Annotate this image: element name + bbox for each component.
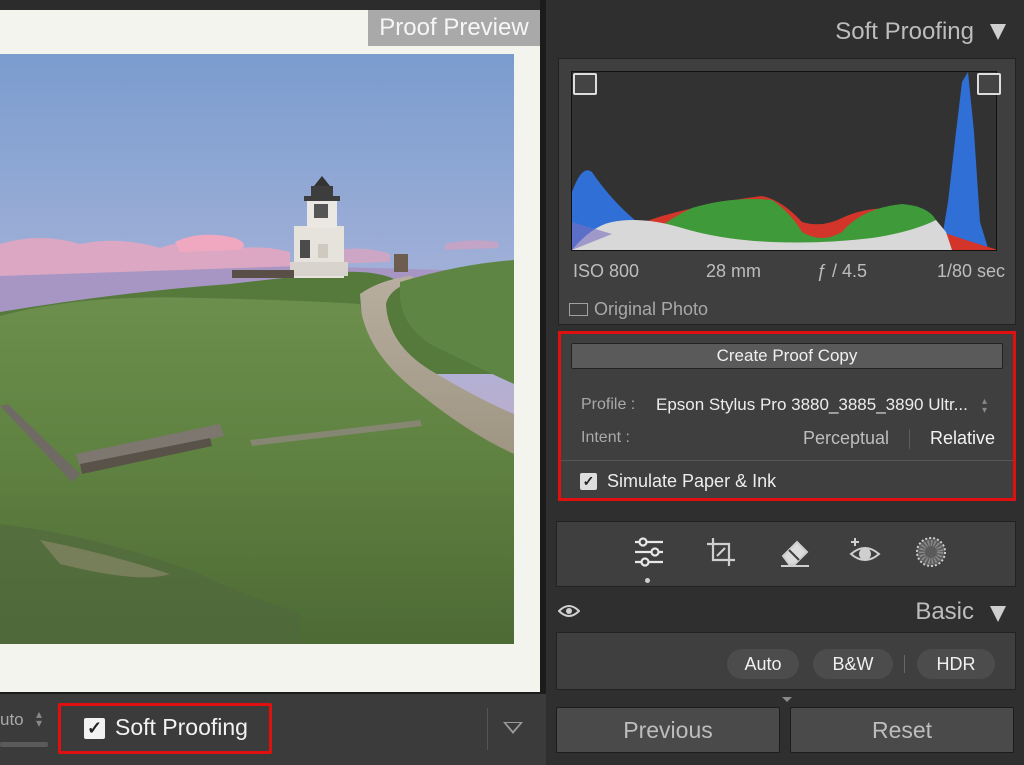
exif-shutter: 1/80 sec: [937, 261, 1006, 281]
intent-relative-option[interactable]: Relative: [930, 428, 995, 449]
auto-slider-track[interactable]: [0, 742, 48, 747]
intent-perceptual-option[interactable]: Perceptual: [803, 428, 889, 449]
toolbar-options-chevron-icon[interactable]: [503, 722, 523, 734]
right-panel: Soft Proofing ISO 800 28 mm ƒ / 4.5 1/80…: [546, 0, 1024, 765]
lightroom-window: Proof Preview uto ▴ ▾ ✓ Soft Proofing So…: [0, 0, 1024, 765]
intent-divider: [909, 429, 910, 449]
auto-select-label[interactable]: uto: [0, 710, 24, 730]
shadow-clipping-icon[interactable]: [573, 73, 597, 95]
bottom-toolbar: uto ▴ ▾ ✓ Soft Proofing: [0, 692, 546, 765]
crop-icon[interactable]: [703, 534, 739, 570]
simulate-paper-ink-checkbox[interactable]: ✓: [580, 473, 597, 490]
soft-proofing-header[interactable]: Soft Proofing: [546, 10, 1024, 54]
original-photo-checkbox[interactable]: [569, 303, 588, 316]
active-tool-indicator: [645, 578, 650, 583]
exif-aperture: ƒ / 4.5: [817, 261, 868, 281]
intent-label: Intent :: [581, 429, 630, 446]
basic-panel-header[interactable]: Basic: [546, 596, 1024, 630]
pill-divider: [904, 655, 905, 673]
soft-proofing-label[interactable]: Soft Proofing: [115, 714, 248, 741]
previous-button[interactable]: Previous: [556, 707, 780, 753]
eye-visibility-icon[interactable]: [558, 604, 580, 618]
basic-panel-title: Basic: [915, 598, 974, 625]
masking-icon[interactable]: [913, 534, 949, 570]
original-photo-toggle[interactable]: Original Photo: [569, 299, 708, 320]
panel-resize-caret-icon[interactable]: [782, 697, 792, 702]
profile-stepper-icon[interactable]: ▴ ▾: [982, 397, 987, 416]
exif-iso: ISO 800: [573, 261, 640, 281]
basic-tone-buttons: Auto B&W HDR: [556, 632, 1016, 690]
auto-button[interactable]: Auto: [727, 649, 799, 679]
soft-proofing-checkbox[interactable]: ✓: [84, 718, 105, 739]
edit-sliders-icon[interactable]: [631, 534, 667, 570]
lighthouse-photo: [0, 54, 514, 644]
tool-strip: [556, 521, 1016, 587]
exif-focal-length: 28 mm: [706, 261, 762, 281]
highlight-clipping-icon[interactable]: [977, 73, 1001, 95]
photo-canvas: Proof Preview: [0, 0, 540, 692]
healing-eraser-icon[interactable]: [777, 534, 813, 570]
reset-button[interactable]: Reset: [790, 707, 1014, 753]
profile-label: Profile :: [581, 396, 636, 413]
soft-proofing-title: Soft Proofing: [835, 18, 974, 45]
hdr-button[interactable]: HDR: [917, 649, 995, 679]
toolbar-divider: [487, 708, 488, 750]
section-divider: [561, 460, 1013, 461]
proof-settings: Create Proof Copy Profile : Epson Stylus…: [558, 331, 1016, 501]
bw-button[interactable]: B&W: [813, 649, 893, 679]
original-photo-label[interactable]: Original Photo: [594, 299, 708, 319]
histogram-panel: ISO 800 28 mm ƒ / 4.5 1/80 sec Original …: [558, 58, 1016, 325]
redeye-icon[interactable]: [847, 534, 883, 570]
basic-collapse-triangle-icon[interactable]: [990, 606, 1006, 622]
create-proof-copy-button[interactable]: Create Proof Copy: [571, 343, 1003, 369]
collapse-triangle-icon[interactable]: [990, 24, 1006, 40]
auto-select-stepper-icon[interactable]: ▴ ▾: [36, 708, 42, 729]
proof-preview-label: Proof Preview: [368, 10, 540, 46]
simulate-paper-ink-label[interactable]: Simulate Paper & Ink: [607, 471, 776, 492]
soft-proofing-toggle[interactable]: ✓ Soft Proofing: [58, 703, 272, 754]
histogram: [571, 71, 997, 251]
profile-select[interactable]: Epson Stylus Pro 3880_3885_3890 Ultr...: [656, 395, 968, 415]
